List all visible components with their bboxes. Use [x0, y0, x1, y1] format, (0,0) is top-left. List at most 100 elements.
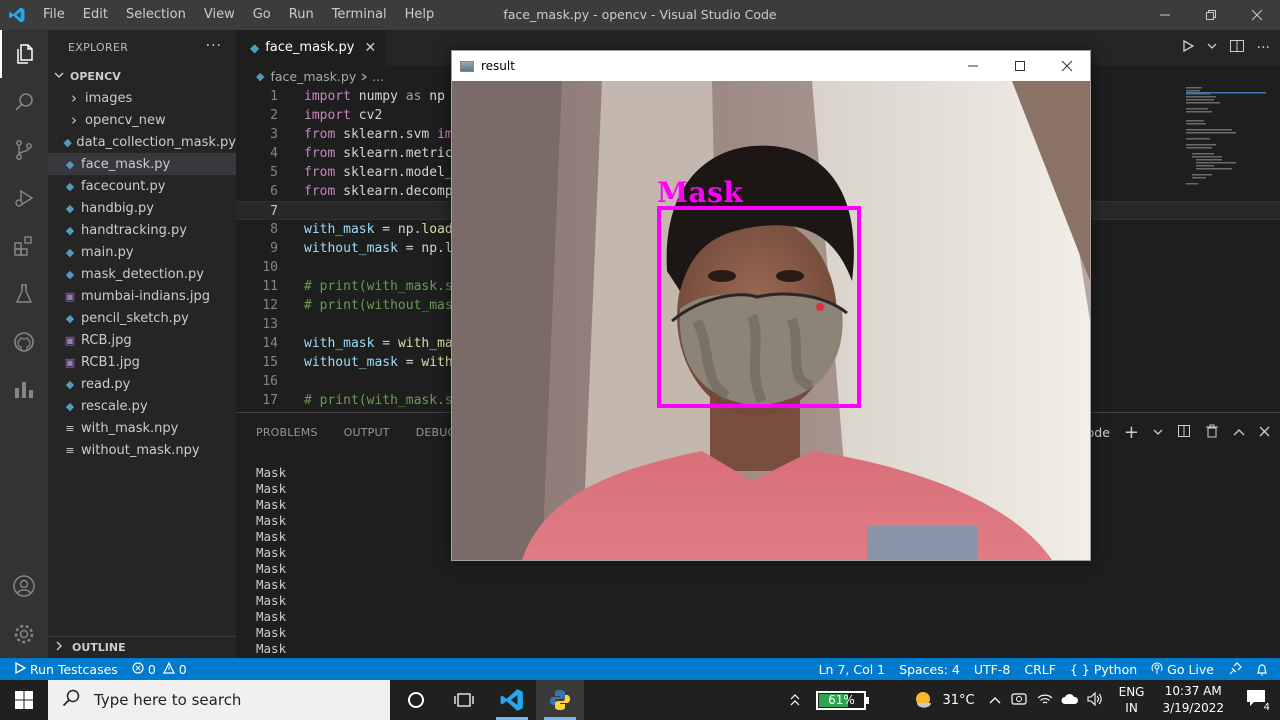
analytics-icon[interactable] [0, 366, 48, 414]
output-line: Mask [256, 625, 287, 640]
menu-file[interactable]: File [34, 0, 74, 30]
tree-item[interactable]: ≡ with_mask.npy [48, 417, 236, 439]
encoding[interactable]: UTF-8 [967, 658, 1017, 680]
onedrive-cloud-icon[interactable] [1061, 693, 1079, 708]
volume-icon[interactable] [1087, 691, 1103, 709]
split-terminal-icon[interactable] [1177, 424, 1191, 441]
testing-flask-icon[interactable] [0, 270, 48, 318]
github-icon[interactable] [0, 318, 48, 366]
minimize-button[interactable] [1142, 0, 1188, 30]
tree-item[interactable]: ≡ without_mask.npy [48, 439, 236, 461]
language-indicator[interactable]: ENG IN [1119, 684, 1145, 716]
menu-help[interactable]: Help [396, 0, 444, 30]
menu-terminal[interactable]: Terminal [323, 0, 396, 30]
indentation[interactable]: Spaces: 4 [892, 658, 967, 680]
more-actions-icon[interactable]: ··· [206, 38, 222, 54]
cursor-position[interactable]: Ln 7, Col 1 [812, 658, 893, 680]
chevron-up-icon[interactable] [989, 693, 1001, 707]
tree-item[interactable]: ◆ handtracking.py [48, 219, 236, 241]
close-button[interactable] [1234, 0, 1280, 30]
chevron-down-icon[interactable] [1207, 40, 1217, 55]
tree-item[interactable]: ◆ facecount.py [48, 175, 236, 197]
source-control-icon[interactable] [0, 126, 48, 174]
chevron-down-icon[interactable] [1153, 425, 1163, 440]
tree-item[interactable]: ◆ read.py [48, 373, 236, 395]
go-live-button[interactable]: Go Live [1144, 658, 1221, 680]
tree-item[interactable]: ◆ rescale.py [48, 395, 236, 417]
tree-item[interactable]: ◆ handbig.py [48, 197, 236, 219]
tab-face-mask[interactable]: ◆ face_mask.py ✕ [236, 30, 387, 65]
folder-header[interactable]: OPENCV [48, 65, 236, 87]
menu-selection[interactable]: Selection [117, 0, 195, 30]
tree-item[interactable]: ◆ mask_detection.py [48, 263, 236, 285]
tree-item[interactable]: ▣ mumbai-indians.jpg [48, 285, 236, 307]
new-terminal-icon[interactable]: + [1124, 422, 1139, 443]
python-file-icon: ◆ [250, 40, 260, 55]
file-icon: ≡ [65, 421, 75, 435]
clock[interactable]: 10:37 AM 3/19/2022 [1162, 683, 1224, 717]
error-count: 0 [147, 661, 156, 677]
line-ending[interactable]: CRLF [1017, 658, 1063, 680]
breadcrumb-more[interactable]: ... [372, 69, 384, 84]
run-testcases-button[interactable]: Run Testcases [0, 658, 125, 680]
weather-sun-icon[interactable] [912, 688, 934, 713]
extensions-icon[interactable] [0, 222, 48, 270]
split-editor-icon[interactable] [1229, 39, 1245, 57]
tab-close-icon[interactable]: ✕ [364, 40, 376, 56]
task-view-icon[interactable] [440, 680, 488, 720]
security-icon[interactable] [1011, 692, 1027, 709]
chevron-up-icon[interactable] [786, 694, 804, 706]
result-window[interactable]: result Mask [451, 50, 1091, 561]
panel-tab-output[interactable]: OUTPUT [344, 426, 390, 439]
tree-item[interactable]: ▣ RCB1.jpg [48, 351, 236, 373]
windows-start-icon[interactable] [0, 680, 48, 720]
feedback-icon[interactable] [1221, 658, 1249, 680]
tree-item[interactable]: ◆ face_mask.py [48, 153, 236, 175]
result-close-button[interactable] [1043, 51, 1090, 81]
minimap[interactable] [1186, 87, 1266, 197]
restore-button[interactable] [1188, 0, 1234, 30]
tree-item[interactable]: ◆ main.py [48, 241, 236, 263]
maximize-panel-icon[interactable] [1233, 425, 1245, 440]
run-file-icon[interactable] [1181, 39, 1195, 57]
windows-taskbar: Type here to search 61% 31°C ENG IN 10:3… [0, 680, 1280, 720]
more-actions-icon[interactable]: ··· [1257, 40, 1270, 56]
wifi-icon[interactable] [1037, 692, 1053, 709]
accounts-icon[interactable] [0, 562, 48, 610]
explorer-icon[interactable] [0, 30, 48, 78]
language-mode[interactable]: { } Python [1063, 658, 1144, 680]
python-taskbar-icon[interactable] [536, 680, 584, 720]
notification-center-icon[interactable]: 4 [1246, 689, 1272, 713]
bell-icon[interactable] [1249, 658, 1280, 680]
menu-view[interactable]: View [195, 0, 244, 30]
trash-icon[interactable] [1205, 424, 1219, 441]
tree-item[interactable]: › images [48, 87, 236, 109]
tree-item[interactable]: ◆ pencil_sketch.py [48, 307, 236, 329]
search-icon[interactable] [0, 78, 48, 126]
result-minimize-button[interactable] [949, 51, 996, 81]
taskbar-search[interactable]: Type here to search [48, 680, 390, 720]
tree-item[interactable]: ▣ RCB.jpg [48, 329, 236, 351]
result-title-bar[interactable]: result [452, 51, 1090, 81]
menu-run[interactable]: Run [280, 0, 323, 30]
python-file-icon: ◆ [256, 69, 265, 83]
activity-bar [0, 30, 48, 658]
menu-go[interactable]: Go [244, 0, 280, 30]
menu-edit[interactable]: Edit [74, 0, 117, 30]
run-debug-icon[interactable] [0, 174, 48, 222]
outline-section[interactable]: OUTLINE [48, 636, 236, 658]
settings-gear-icon[interactable] [0, 610, 48, 658]
tree-item[interactable]: › opencv_new [48, 109, 236, 131]
battery-indicator[interactable]: 61% [816, 690, 870, 710]
problems-indicator[interactable]: 0 0 [125, 658, 194, 680]
terminal-output[interactable]: Mask Mask Mask Mask Mask Mask Mask Mask Mask Mask… [256, 465, 286, 657]
breadcrumb-file[interactable]: face_mask.py [270, 69, 356, 84]
result-maximize-button[interactable] [996, 51, 1043, 81]
close-panel-icon[interactable] [1259, 425, 1270, 440]
cortana-icon[interactable] [392, 680, 440, 720]
vscode-taskbar-icon[interactable] [488, 680, 536, 720]
panel-tab-problems[interactable]: PROBLEMS [256, 426, 318, 439]
temperature[interactable]: 31°C [942, 693, 974, 708]
tree-item[interactable]: ◆ data_collection_mask.py [48, 131, 236, 153]
